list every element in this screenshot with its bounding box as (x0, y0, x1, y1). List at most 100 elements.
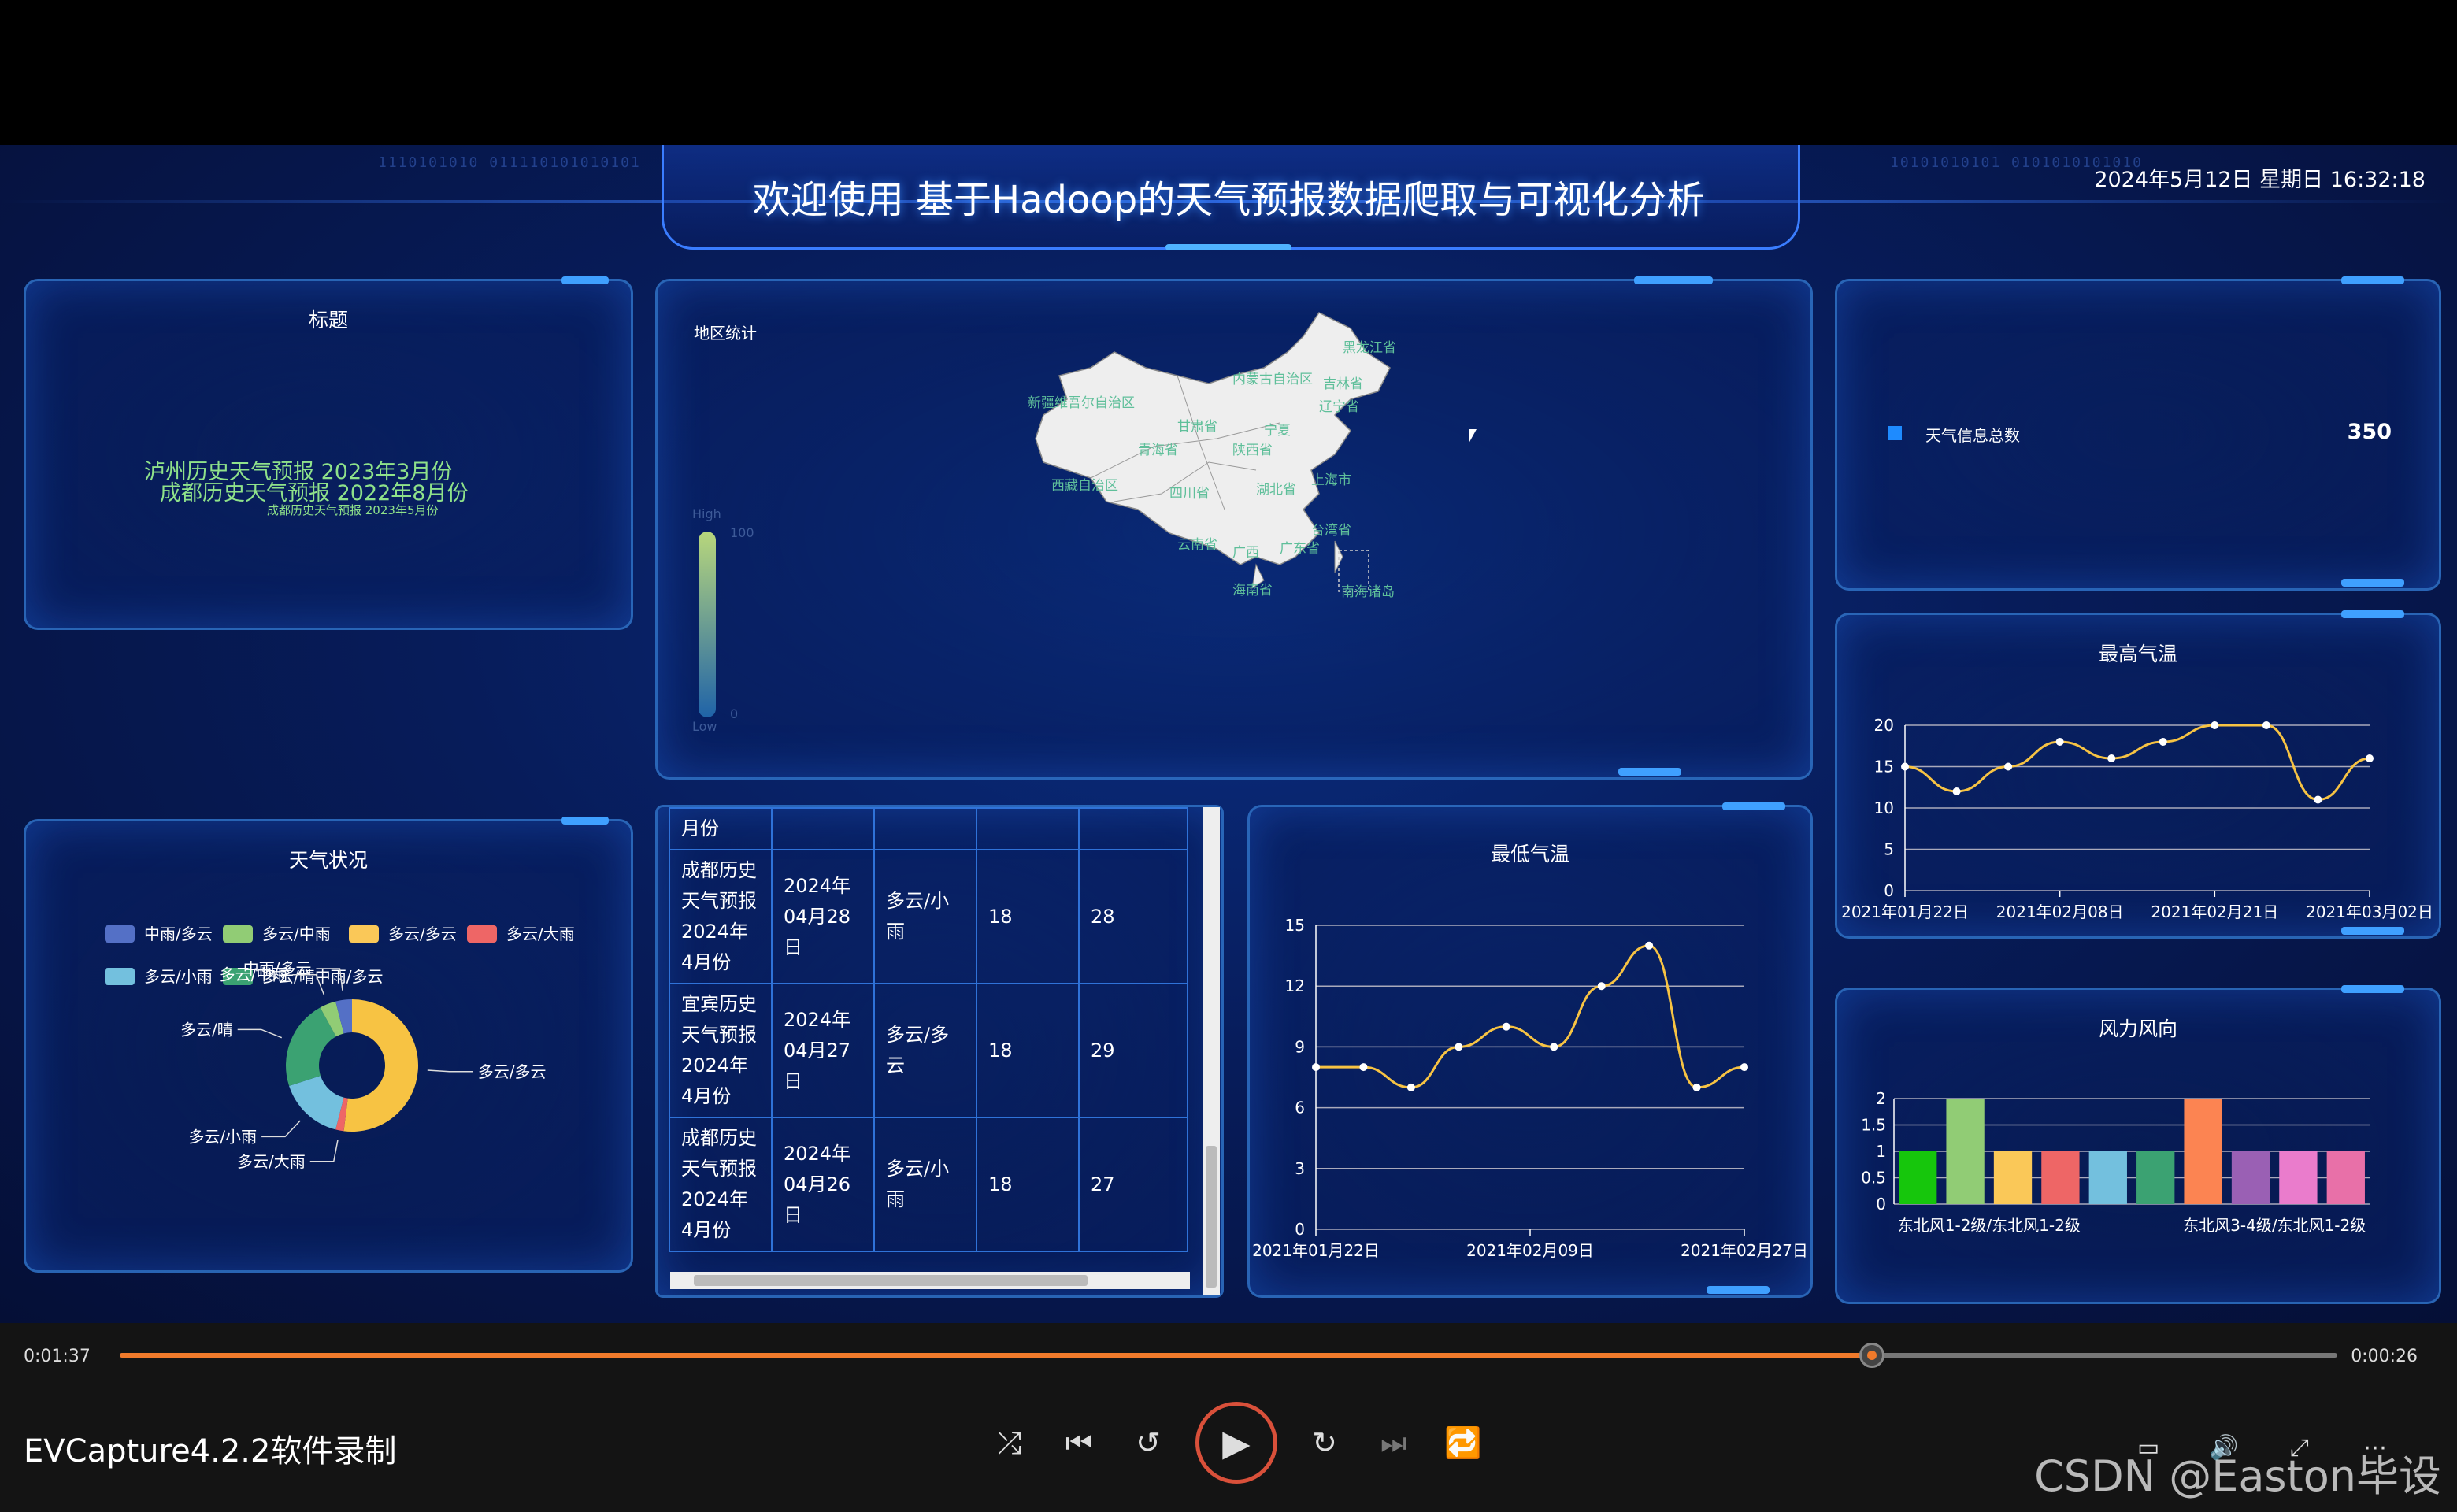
x-tick-label: 2021年02月21日 (2151, 902, 2278, 921)
map-label: 上海市 (1311, 472, 1351, 488)
pie-label-line (261, 1120, 301, 1138)
data-point (1550, 1043, 1558, 1051)
table-row[interactable]: 成都历史天气预报2024年4月份 2024年04月26日 多云/小雨 18 27 (669, 1117, 1188, 1252)
y-tick-label: 12 (1285, 976, 1305, 995)
pie-slice-label: 多云/小雨 (188, 1127, 257, 1146)
data-point (1455, 1043, 1463, 1051)
table-cell: 18 (976, 1117, 1080, 1252)
weather-pie-chart[interactable]: 中雨/多云 多云/中雨 多云/多云 多云/大雨多云/小雨 多云/晴中雨/多云多云/多云多… (26, 884, 631, 1262)
total-value: 350 (2347, 420, 2392, 444)
data-point (2004, 762, 2013, 771)
data-point (1502, 1022, 1510, 1031)
table-row[interactable]: 成都历史天气预报2024年4月份 2024年04月28日 多云/小雨 18 28 (669, 849, 1188, 984)
legend-label: 多云/大雨 (506, 925, 575, 943)
data-point (2262, 721, 2270, 729)
table-viewport[interactable]: 月份 成都历史天气预报2024年4月份 2024年04月28日 多云/小雨 18… (669, 807, 1188, 1272)
data-table: 月份 成都历史天气预报2024年4月份 2024年04月28日 多云/小雨 18… (669, 807, 1188, 1252)
total-panel: 天气信息总数 350 (1835, 276, 2441, 591)
data-point (1692, 1083, 1701, 1091)
bar (2279, 1151, 2318, 1204)
total-legend-square (1888, 426, 1902, 440)
dashboard: 1110101010 011110101010101 10101010101 0… (0, 145, 2457, 1323)
max-temp-title: 最高气温 (2098, 643, 2177, 665)
next-icon[interactable]: ⏭ (1372, 1421, 1416, 1465)
panel-tab (1618, 768, 1681, 776)
rewind-10-icon[interactable]: ↺ (1126, 1421, 1170, 1465)
wind-chart[interactable]: 0 0.5 1 1.5 2 东北风1-2级/东北风1-2级 东北风3-4级/东北风1-2级 (1837, 1061, 2439, 1297)
table-cell: 宜宾历史天气预报2024年4月份 (669, 983, 773, 1118)
horizontal-scroll-thumb[interactable] (694, 1275, 1088, 1286)
data-point (1645, 941, 1654, 950)
pie-label-line (309, 1140, 339, 1162)
map-label: 辽宁省 (1319, 399, 1359, 415)
y-tick-label: 0 (1884, 881, 1894, 900)
title-line-3: 成都历史天气预报 2023年5月份 (267, 503, 439, 517)
y-tick-label: 9 (1295, 1037, 1305, 1056)
scale-max: 100 (730, 525, 754, 540)
x-tick-label: 东北风1-2级/东北风1-2级 (1898, 1216, 2081, 1235)
panel-tab (561, 817, 609, 825)
seek-progress (120, 1353, 1872, 1358)
bar (2231, 1151, 2270, 1204)
min-temp-chart[interactable]: 0 3 6 9 12 15 2021年01月22日 2021年02月09日 2021年02月27… (1250, 910, 1810, 1280)
max-temp-panel: 最高气温 0 5 10 15 20 2021年01月22日 2021年02月08日 2021年… (1835, 610, 2441, 939)
legend-label: 多云/小雨 (144, 967, 213, 986)
data-point (1597, 982, 1606, 991)
map-label: 四川省 (1169, 486, 1210, 502)
total-label: 天气信息总数 (1925, 426, 2020, 445)
map-label: 宁夏 (1264, 423, 1291, 439)
pie-slice-label: 多云/晴 (180, 1020, 233, 1039)
table-cell: 成都历史天气预报2024年4月份 (669, 849, 773, 984)
bar (2136, 1151, 2175, 1204)
visual-map-scale[interactable] (699, 532, 716, 717)
map-label: 黑龙江省 (1343, 340, 1396, 356)
pie-slice-label: 中雨/多云 (243, 959, 312, 978)
data-point (2211, 721, 2219, 729)
remaining-time: 0:00:26 (2351, 1347, 2418, 1366)
previous-icon[interactable]: ⏮ (1057, 1421, 1101, 1465)
max-temp-chart[interactable]: 0 5 10 15 20 2021年01月22日 2021年02月08日 2021年02月21… (1837, 686, 2439, 930)
table-cell: 2024年04月26日 (771, 1117, 875, 1252)
table-cell: 成都历史天气预报2024年4月份 (669, 1117, 773, 1252)
map-label: 广西 (1232, 545, 1259, 561)
map-label: 湖北省 (1256, 482, 1296, 498)
repeat-off-icon[interactable]: 🔁 (1441, 1421, 1485, 1465)
legend-swatch (105, 925, 135, 943)
pie-label-line (427, 1069, 473, 1073)
table-row[interactable]: 宜宾历史天气预报2024年4月份 2024年04月27日 多云/多云 18 29 (669, 983, 1188, 1118)
weather-panel: 天气状况 中雨/多云 多云/中雨 多云/多云 多云/大雨 多云/小雨 多云/晴中雨/多云多… (24, 817, 633, 1273)
seek-handle[interactable] (1858, 1343, 1884, 1368)
seek-bar[interactable] (120, 1343, 2337, 1368)
y-tick-label: 5 (1884, 840, 1894, 859)
bar (1946, 1099, 1984, 1204)
y-tick-label: 1.5 (1861, 1116, 1886, 1135)
elapsed-time: 0:01:37 (24, 1347, 91, 1366)
x-tick-label: 2021年01月22日 (1252, 1241, 1380, 1260)
forward-30-icon[interactable]: ↻ (1303, 1421, 1347, 1465)
china-map[interactable]: 黑龙江省 内蒙古自治区 吉林省 新疆维吾尔自治区 辽宁省 甘肃省 宁夏 青海省 … (1020, 305, 1429, 675)
y-tick-label: 15 (1285, 916, 1305, 935)
horizontal-scrollbar[interactable] (670, 1272, 1190, 1289)
legend-label: 中雨/多云 (144, 925, 213, 943)
shuffle-icon[interactable]: ⤮ (988, 1421, 1032, 1465)
map-label: 陕西省 (1232, 443, 1273, 458)
vertical-scrollbar[interactable] (1203, 807, 1220, 1295)
y-tick-label: 0.5 (1861, 1169, 1886, 1188)
bar (2184, 1099, 2222, 1204)
x-tick-label: 东北风3-4级/东北风1-2级 (2183, 1216, 2366, 1235)
vertical-scroll-thumb[interactable] (1206, 1146, 1217, 1288)
table-cell: 多云/多云 (873, 983, 977, 1118)
map-label: 南海诸岛 (1341, 584, 1395, 600)
data-point (1406, 1083, 1415, 1091)
map-label: 西藏自治区 (1051, 478, 1118, 494)
series-line (1316, 944, 1745, 1089)
map-label: 青海省 (1138, 443, 1178, 458)
x-tick-label: 2021年02月27日 (1681, 1241, 1808, 1260)
map-label: 台湾省 (1311, 523, 1351, 539)
bar (2326, 1151, 2365, 1204)
x-tick-label: 2021年03月02日 (2306, 902, 2433, 921)
play-button[interactable]: ▶ (1195, 1402, 1277, 1484)
y-tick-label: 15 (1874, 758, 1894, 776)
map-label: 云南省 (1177, 537, 1217, 553)
table-cell: 2024年04月28日 (771, 849, 875, 984)
